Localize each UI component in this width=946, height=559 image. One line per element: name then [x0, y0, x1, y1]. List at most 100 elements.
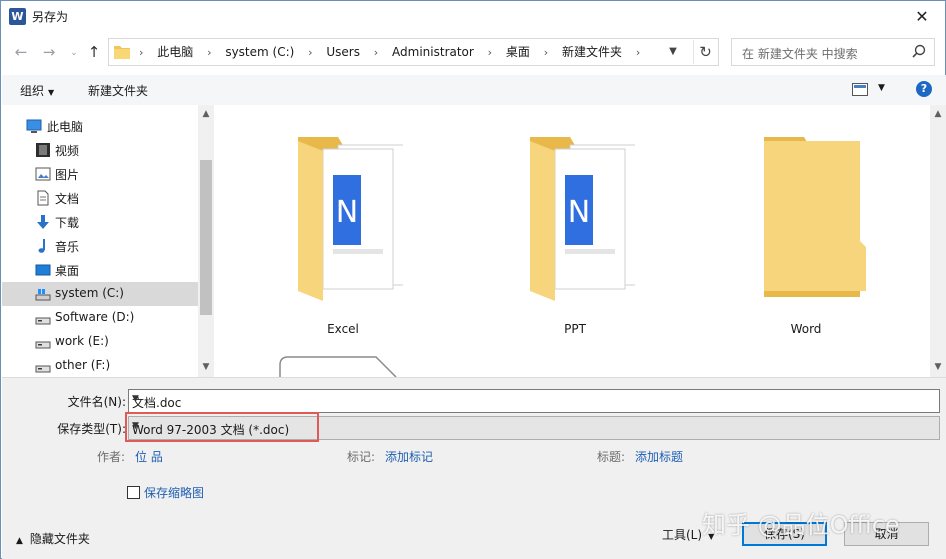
tags-label: 标记:: [347, 450, 376, 464]
computer-icon: [26, 119, 42, 133]
add-title-link[interactable]: 添加标题: [635, 448, 683, 465]
music-icon: [38, 239, 45, 253]
sidebar-item-work-e[interactable]: work (E:): [2, 330, 198, 354]
title-bar: W 另存为 ✕: [1, 1, 945, 32]
sidebar-item-label: work (E:): [55, 334, 109, 348]
chevron-up-icon: ▲: [16, 536, 23, 546]
highlight-annotation: [125, 412, 319, 442]
breadcrumb-system-c[interactable]: system (C:): [219, 39, 300, 65]
breadcrumb-administrator[interactable]: Administrator: [386, 39, 480, 65]
folder-icon: [114, 46, 130, 59]
search-input[interactable]: 在 新建文件夹 中搜索: [731, 38, 935, 66]
author-label: 作者:: [97, 450, 126, 464]
tools-label: 工具(L): [662, 528, 703, 542]
sidebar-item-label: 图片: [55, 168, 80, 182]
forward-arrow-icon[interactable]: →: [39, 41, 59, 63]
new-folder-button[interactable]: 新建文件夹: [88, 82, 148, 99]
view-dropdown-icon[interactable]: ▼: [878, 83, 885, 93]
navigation-scrollbar[interactable]: ▲ ▼: [198, 105, 214, 377]
breadcrumb-separator[interactable]: ›: [304, 40, 316, 66]
sidebar-item-label: 文档: [55, 192, 80, 206]
sidebar-item-documents[interactable]: 文档: [2, 186, 198, 210]
scroll-up-icon[interactable]: ▲: [198, 109, 214, 119]
sidebar-item-this-pc[interactable]: 此电脑: [2, 114, 198, 138]
breadcrumb-separator: ›: [139, 46, 144, 59]
breadcrumb-separator[interactable]: ›: [370, 40, 382, 66]
help-icon[interactable]: ?: [916, 81, 932, 97]
organize-menu-button[interactable]: 组织 ▼: [20, 82, 54, 99]
breadcrumb-this-pc[interactable]: 此电脑: [151, 39, 199, 65]
sidebar-item-videos[interactable]: 视频: [2, 138, 198, 162]
drive-icon: [35, 317, 51, 325]
watermark-text: 知乎 @品位Office: [702, 511, 900, 539]
filetype-label: 保存类型(T):: [57, 422, 126, 436]
save-thumbnail-checkbox[interactable]: [127, 486, 140, 499]
sidebar-item-label: 此电脑: [47, 120, 84, 134]
author-value[interactable]: 位 品: [135, 448, 163, 465]
sidebar-item-label: 桌面: [55, 264, 80, 278]
chevron-down-icon[interactable]: ▼: [132, 394, 933, 404]
folder-item-word[interactable]: Word: [721, 127, 891, 347]
filename-label: 文件名(N):: [67, 395, 126, 409]
breadcrumb-separator[interactable]: ›: [632, 40, 644, 66]
save-options-panel: 文件名(N): 文档.doc ▼ 保存类型(T): Word 97-2003 文…: [2, 377, 946, 559]
folder-with-documents-icon: N: [530, 137, 635, 301]
sidebar-item-system-c[interactable]: system (C:): [2, 282, 198, 306]
view-options-icon[interactable]: [852, 83, 868, 96]
command-toolbar: 组织 ▼ 新建文件夹 ▼ ?: [2, 75, 946, 105]
back-arrow-icon[interactable]: ←: [11, 41, 31, 63]
word-app-icon: W: [9, 8, 26, 25]
documents-icon: [37, 190, 49, 206]
hide-folders-toggle[interactable]: ▲ 隐藏文件夹: [16, 530, 90, 547]
folder-name: PPT: [564, 322, 586, 336]
desktop-icon: [35, 264, 51, 276]
sidebar-item-downloads[interactable]: 下载: [2, 210, 198, 234]
scroll-up-icon[interactable]: ▲: [930, 109, 946, 119]
address-bar[interactable]: › 此电脑 › system (C:) › Users › Administra…: [108, 38, 719, 66]
sidebar-item-label: other (F:): [55, 358, 111, 372]
folder-with-documents-icon: N: [298, 137, 403, 301]
breadcrumb-separator[interactable]: ›: [540, 40, 552, 66]
save-thumbnail-label[interactable]: 保存缩略图: [144, 484, 204, 501]
folder-name: Excel: [327, 322, 359, 336]
close-button[interactable]: ✕: [899, 1, 945, 32]
scrollbar-thumb[interactable]: [200, 160, 212, 315]
content-scrollbar[interactable]: ▲ ▼: [930, 105, 946, 377]
sidebar-item-other-f[interactable]: other (F:): [2, 354, 198, 378]
folder-item-ppt[interactable]: N PPT: [490, 127, 660, 347]
sidebar-item-label: 视频: [55, 144, 80, 158]
sidebar-item-label: 音乐: [55, 240, 80, 254]
scroll-down-icon[interactable]: ▼: [930, 362, 946, 372]
breadcrumb-separator[interactable]: ›: [484, 40, 496, 66]
scroll-down-icon[interactable]: ▼: [198, 362, 214, 372]
drive-icon: [35, 365, 51, 373]
svg-text:N: N: [568, 195, 590, 230]
sidebar-item-music[interactable]: 音乐: [2, 234, 198, 258]
sidebar-item-label: system (C:): [55, 286, 124, 300]
folder-item-excel[interactable]: N Excel: [258, 127, 428, 347]
sidebar-item-pictures[interactable]: 图片: [2, 162, 198, 186]
breadcrumb-new-folder[interactable]: 新建文件夹: [556, 39, 628, 65]
up-arrow-icon[interactable]: ↑: [84, 41, 104, 63]
sidebar-item-software-d[interactable]: Software (D:): [2, 306, 198, 330]
address-history-dropdown-icon[interactable]: ▼: [662, 41, 684, 63]
empty-folder-icon: [764, 137, 866, 297]
window-title: 另存为: [32, 10, 69, 24]
breadcrumb-desktop[interactable]: 桌面: [500, 39, 536, 65]
drive-icon: [35, 289, 51, 301]
sidebar-item-desktop[interactable]: 桌面: [2, 258, 198, 282]
sidebar-item-label: Software (D:): [55, 310, 135, 324]
refresh-icon[interactable]: ↻: [693, 40, 717, 64]
breadcrumb-users[interactable]: Users: [320, 39, 366, 65]
file-item-partial[interactable]: [278, 355, 408, 377]
recent-locations-chevron-icon[interactable]: ⌄: [64, 42, 84, 64]
navigation-pane: 此电脑 视频 图片 文档 下载 音乐 桌面 system (C:) Softwa…: [2, 105, 214, 377]
folder-name: Word: [790, 322, 822, 336]
filename-field[interactable]: 文档.doc ▼: [128, 389, 940, 413]
drive-icon: [35, 341, 51, 349]
breadcrumb-separator[interactable]: ›: [203, 40, 215, 66]
video-icon: [36, 143, 50, 157]
search-placeholder: 在 新建文件夹 中搜索: [742, 47, 858, 61]
search-icon: [912, 44, 926, 58]
add-tags-link[interactable]: 添加标记: [385, 448, 433, 465]
